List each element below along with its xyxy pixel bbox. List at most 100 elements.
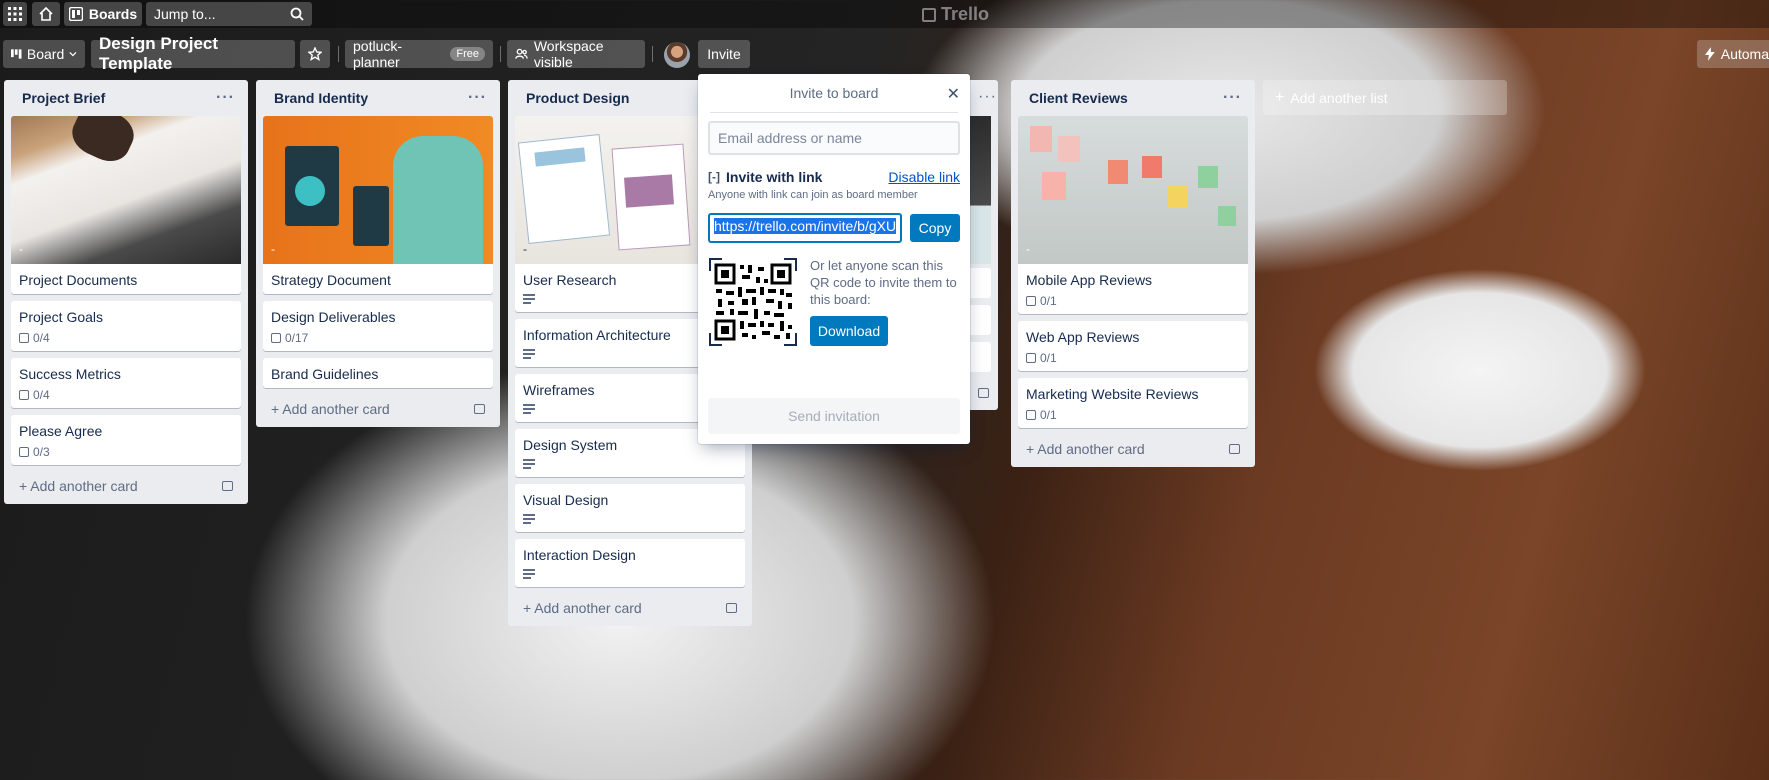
checklist-badge: 0/4	[19, 331, 233, 345]
boards-icon	[68, 7, 83, 21]
disable-link-button[interactable]: Disable link	[888, 169, 960, 185]
invite-popover: Invite to board ✕ [-] Invite with link D…	[698, 74, 970, 444]
list-header[interactable]: Brand Identity ···	[263, 80, 493, 116]
list-header[interactable]: Client Reviews ···	[1018, 80, 1248, 116]
card-template-icon[interactable]	[726, 603, 737, 613]
checklist-count: 0/1	[1040, 294, 1057, 308]
hand-shape	[65, 116, 141, 169]
card-template-icon[interactable]	[1229, 444, 1240, 454]
card[interactable]: Design Deliverables 0/17	[263, 301, 493, 351]
list-menu-icon[interactable]: ···	[978, 88, 997, 106]
card[interactable]: Visual Design	[515, 484, 745, 532]
list-title[interactable]: Client Reviews	[1029, 90, 1128, 106]
invite-button[interactable]: Invite	[698, 40, 750, 68]
card-template-icon[interactable]	[474, 404, 485, 414]
boards-label: Boards	[88, 6, 138, 22]
card[interactable]: Web App Reviews 0/1	[1018, 321, 1248, 371]
visibility-button[interactable]: Workspace visible	[507, 38, 645, 70]
add-card-label: Add another card	[534, 600, 642, 616]
plus-icon: +	[523, 600, 535, 616]
board-title[interactable]: Design Project Template	[91, 34, 295, 73]
download-button[interactable]: Download	[810, 316, 888, 346]
add-list-label: Add another list	[1290, 89, 1388, 106]
link-copy-row: https://trello.com/invite/b/gXU Copy	[708, 213, 960, 243]
checklist-count: 0/4	[33, 388, 50, 402]
card[interactable]: Brand Guidelines	[263, 358, 493, 388]
email-input[interactable]	[708, 121, 960, 155]
board-view-switcher[interactable]: Board	[3, 40, 85, 68]
checklist-badge: 0/1	[1026, 294, 1240, 308]
boards-button[interactable]: Boards	[64, 2, 142, 26]
card[interactable]: Strategy Document	[263, 264, 493, 294]
search-box[interactable]: Jump to...	[146, 2, 312, 26]
divider	[500, 46, 501, 62]
top-navigation-bar: Boards Jump to... Trello	[0, 0, 1769, 28]
lightning-icon	[1705, 47, 1715, 61]
divider	[652, 46, 653, 62]
card-title: Success Metrics	[19, 366, 121, 382]
workspace-button[interactable]: potluck-planner Free	[345, 38, 493, 70]
list-title[interactable]: Product Design	[526, 90, 629, 106]
plan-badge: Free	[450, 47, 485, 61]
card-title: Strategy Document	[271, 272, 391, 288]
list-menu-icon[interactable]: ···	[216, 89, 235, 107]
copy-button[interactable]: Copy	[910, 214, 960, 242]
card-title: Mobile App Reviews	[1026, 272, 1153, 288]
card-template-icon[interactable]	[978, 388, 989, 398]
add-card-button[interactable]: + Add another card	[11, 472, 241, 496]
list-header[interactable]: Project Brief ···	[11, 80, 241, 116]
card[interactable]: Success Metrics 0/4	[11, 358, 241, 408]
home-icon	[39, 6, 53, 21]
card[interactable]: Marketing Website Reviews 0/1	[1018, 378, 1248, 428]
sticky-note-shape	[1108, 160, 1128, 184]
member-avatar[interactable]	[664, 42, 690, 68]
card-title: Visual Design	[523, 492, 609, 508]
checklist-count: 0/1	[1040, 408, 1057, 422]
add-card-button[interactable]: + Add another card	[263, 395, 493, 419]
add-card-label: Add another card	[1037, 441, 1145, 457]
card-template-icon[interactable]	[222, 481, 233, 491]
sticky-note-shape	[1030, 126, 1052, 152]
add-card-button[interactable]: + Add another card	[1018, 435, 1248, 459]
card[interactable]: Project Documents	[11, 264, 241, 294]
plus-icon: +	[1275, 88, 1285, 106]
card-title: Brand Guidelines	[271, 366, 379, 382]
app-switcher-button[interactable]	[3, 2, 27, 26]
list-menu-icon[interactable]: ···	[468, 89, 487, 107]
checklist-count: 0/4	[33, 331, 50, 345]
automation-label: Automa	[1720, 46, 1769, 62]
checklist-count: 0/1	[1040, 351, 1057, 365]
search-icon	[290, 7, 304, 21]
description-icon	[523, 569, 535, 579]
description-icon	[523, 459, 535, 469]
add-list-button[interactable]: + Add another list	[1263, 80, 1507, 115]
list-menu-icon[interactable]: ···	[1223, 89, 1242, 107]
card[interactable]: Please Agree 0/3	[11, 415, 241, 465]
home-button[interactable]	[32, 2, 60, 26]
search-input[interactable]: Jump to...	[154, 6, 215, 22]
sticky-note-shape	[1218, 206, 1236, 226]
invite-link-field[interactable]: https://trello.com/invite/b/gXU	[708, 213, 902, 243]
card-cover-image[interactable]: -	[263, 116, 493, 264]
sticky-note-shape	[1168, 186, 1188, 208]
list-client-reviews: Client Reviews ··· - Mobile App Reviews …	[1011, 80, 1255, 467]
close-icon[interactable]: ✕	[947, 84, 960, 104]
checklist-icon	[271, 333, 281, 343]
add-card-button[interactable]: + Add another card	[515, 594, 745, 618]
automation-button[interactable]: Automa	[1697, 40, 1769, 68]
card[interactable]: Mobile App Reviews 0/1	[1018, 264, 1248, 314]
card[interactable]: Project Goals 0/4	[11, 301, 241, 351]
grid-icon	[8, 7, 22, 21]
card-cover-image[interactable]: -	[1018, 116, 1248, 264]
star-button[interactable]	[300, 40, 330, 68]
board-view-icon	[11, 49, 22, 59]
list-title[interactable]: Brand Identity	[274, 90, 368, 106]
send-invitation-button[interactable]: Send invitation	[708, 398, 960, 434]
sticky-note-shape	[1142, 156, 1162, 178]
card-title: Interaction Design	[523, 547, 636, 563]
plus-icon: +	[19, 478, 31, 494]
trello-logo[interactable]: Trello	[922, 4, 989, 25]
list-title[interactable]: Project Brief	[22, 90, 105, 106]
card[interactable]: Interaction Design	[515, 539, 745, 587]
card-cover-image[interactable]: -	[11, 116, 241, 264]
